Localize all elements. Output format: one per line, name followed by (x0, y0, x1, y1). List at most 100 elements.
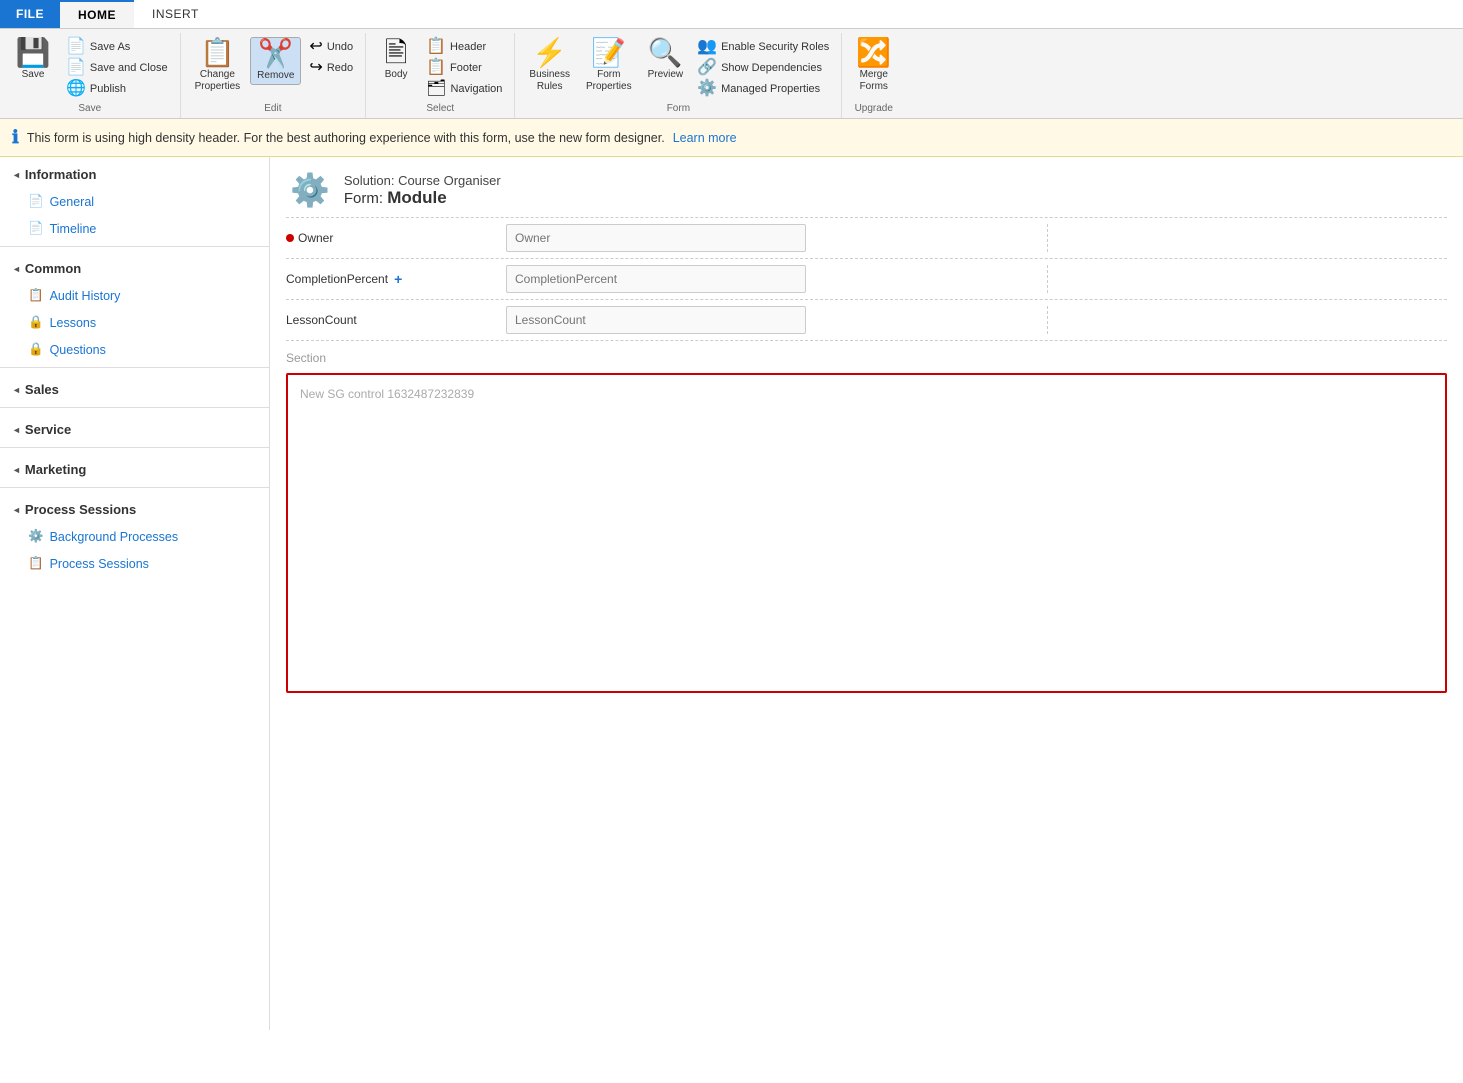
change-properties-label: ChangeProperties (195, 69, 241, 93)
sidebar-item-background-processes[interactable]: ⚙️ Background Processes (0, 523, 269, 550)
form-solution-line: Solution: Course Organiser (344, 173, 501, 188)
sidebar: Information 📄 General 📄 Timeline Common … (0, 157, 270, 1030)
redo-label: Redo (327, 62, 353, 74)
remove-button[interactable]: ✂️ Remove (250, 37, 301, 85)
lesson-count-input[interactable] (506, 306, 806, 334)
footer-button[interactable]: 📋 Footer (422, 58, 506, 78)
info-icon: ℹ (12, 127, 19, 148)
merge-forms-button[interactable]: 🔀 MergeForms (850, 37, 897, 95)
sidebar-section-information: Information (0, 157, 269, 188)
sep-5 (0, 487, 269, 488)
form-row-lesson-count: LessonCount (286, 300, 1447, 341)
save-as-icon: 📄 (66, 39, 86, 55)
sidebar-item-process-sessions[interactable]: 📋 Process Sessions (0, 550, 269, 577)
owner-input-cell (506, 224, 1043, 252)
owner-required-dot (286, 234, 294, 242)
ribbon-group-select: 🖹 Body 📋 Header 📋 Footer 🗂 Navigation (366, 33, 515, 118)
save-as-button[interactable]: 📄 Save As (62, 37, 172, 57)
publish-icon: 🌐 (66, 81, 86, 97)
upgrade-group-label: Upgrade (850, 101, 897, 118)
sidebar-item-questions[interactable]: 🔒 Questions (0, 336, 269, 363)
undo-button[interactable]: ↩ Undo (305, 37, 357, 57)
save-icon: 💾 (16, 39, 51, 67)
remove-icon: ✂️ (258, 40, 293, 68)
show-dependencies-button[interactable]: 🔗 Show Dependencies (693, 58, 833, 78)
form-group-label: Form (523, 101, 833, 118)
body-button[interactable]: 🖹 Body (374, 37, 418, 83)
save-close-button[interactable]: 📄 Save and Close (62, 58, 172, 78)
merge-forms-icon: 🔀 (856, 39, 891, 67)
audit-history-icon: 📋 (28, 288, 44, 303)
ribbon-group-save: 💾 Save 📄 Save As 📄 Save and Close 🌐 Publ… (0, 33, 181, 118)
select-stack: 📋 Header 📋 Footer 🗂 Navigation (422, 37, 506, 99)
form-properties-button[interactable]: 📝 FormProperties (580, 37, 638, 95)
tab-home[interactable]: HOME (60, 0, 134, 28)
sidebar-section-marketing: Marketing (0, 452, 269, 483)
ribbon-tab-bar: FILE HOME INSERT (0, 0, 1463, 29)
preview-button[interactable]: 🔍 Preview (642, 37, 690, 83)
enable-security-button[interactable]: 👥 Enable Security Roles (693, 37, 833, 57)
save-stack: 📄 Save As 📄 Save and Close 🌐 Publish (62, 37, 172, 99)
undo-label: Undo (327, 41, 353, 53)
sidebar-section-service: Service (0, 412, 269, 443)
section-control-placeholder: New SG control 1632487232839 (296, 383, 1437, 405)
save-as-label: Save As (90, 41, 130, 53)
upgrade-group-items: 🔀 MergeForms (850, 33, 897, 101)
sep-2 (0, 367, 269, 368)
info-bar: ℹ This form is using high density header… (0, 119, 1463, 157)
form-name: Module (387, 188, 447, 207)
business-rules-button[interactable]: ⚡ BusinessRules (523, 37, 576, 95)
form-header-text: Solution: Course Organiser Form: Module (344, 173, 501, 208)
ribbon-body: 💾 Save 📄 Save As 📄 Save and Close 🌐 Publ… (0, 29, 1463, 118)
ribbon: FILE HOME INSERT 💾 Save 📄 Save As 📄 (0, 0, 1463, 119)
save-button[interactable]: 💾 Save (8, 37, 58, 83)
header-label: Header (450, 41, 486, 53)
info-text: This form is using high density header. … (27, 131, 665, 145)
form-fields: Owner CompletionPercent + (270, 217, 1463, 341)
form-right-stack: 👥 Enable Security Roles 🔗 Show Dependenc… (693, 37, 833, 99)
managed-properties-button[interactable]: ⚙️ Managed Properties (693, 79, 833, 99)
show-dependencies-label: Show Dependencies (721, 62, 822, 74)
sidebar-item-general[interactable]: 📄 General (0, 188, 269, 215)
learn-more-link[interactable]: Learn more (673, 131, 737, 145)
form-properties-icon: 📝 (591, 39, 626, 67)
owner-extra-cell (1047, 224, 1447, 252)
main-layout: Information 📄 General 📄 Timeline Common … (0, 157, 1463, 1030)
redo-button[interactable]: ↪ Redo (305, 58, 357, 78)
select-group-label: Select (374, 101, 506, 118)
content-area: ⚙️ Solution: Course Organiser Form: Modu… (270, 157, 1463, 1030)
navigation-button[interactable]: 🗂 Navigation (422, 79, 506, 99)
business-rules-icon: ⚡ (532, 39, 567, 67)
sidebar-item-timeline[interactable]: 📄 Timeline (0, 215, 269, 242)
tab-file[interactable]: FILE (0, 0, 60, 28)
owner-input[interactable] (506, 224, 806, 252)
form-name-line: Form: Module (344, 188, 501, 208)
background-processes-icon: ⚙️ (28, 529, 44, 544)
header-button[interactable]: 📋 Header (422, 37, 506, 57)
publish-button[interactable]: 🌐 Publish (62, 79, 172, 99)
completion-required-star: + (394, 271, 402, 287)
merge-forms-label: MergeForms (860, 69, 888, 93)
form-row-completion-percent: CompletionPercent + (286, 259, 1447, 300)
solution-name: Course Organiser (398, 173, 501, 188)
sidebar-item-audit-history[interactable]: 📋 Audit History (0, 282, 269, 309)
sidebar-item-lessons[interactable]: 🔒 Lessons (0, 309, 269, 336)
undo-icon: ↩ (309, 39, 322, 55)
form-properties-label: FormProperties (586, 69, 632, 93)
lesson-count-label: LessonCount (286, 313, 506, 327)
form-row-owner: Owner (286, 217, 1447, 259)
completion-percent-input[interactable] (506, 265, 806, 293)
managed-properties-icon: ⚙️ (697, 81, 717, 97)
select-group-items: 🖹 Body 📋 Header 📋 Footer 🗂 Navigation (374, 33, 506, 101)
change-properties-button[interactable]: 📋 ChangeProperties (189, 37, 247, 95)
tab-insert[interactable]: INSERT (134, 0, 217, 28)
change-properties-icon: 📋 (200, 39, 235, 67)
footer-icon: 📋 (426, 60, 446, 76)
ribbon-group-upgrade: 🔀 MergeForms Upgrade (842, 33, 905, 118)
section-content[interactable]: New SG control 1632487232839 (286, 373, 1447, 693)
completion-percent-label: CompletionPercent + (286, 271, 506, 287)
solution-label: Solution: (344, 173, 395, 188)
redo-icon: ↪ (309, 60, 322, 76)
save-group-items: 💾 Save 📄 Save As 📄 Save and Close 🌐 Publ… (8, 33, 172, 101)
navigation-label: Navigation (450, 83, 502, 95)
